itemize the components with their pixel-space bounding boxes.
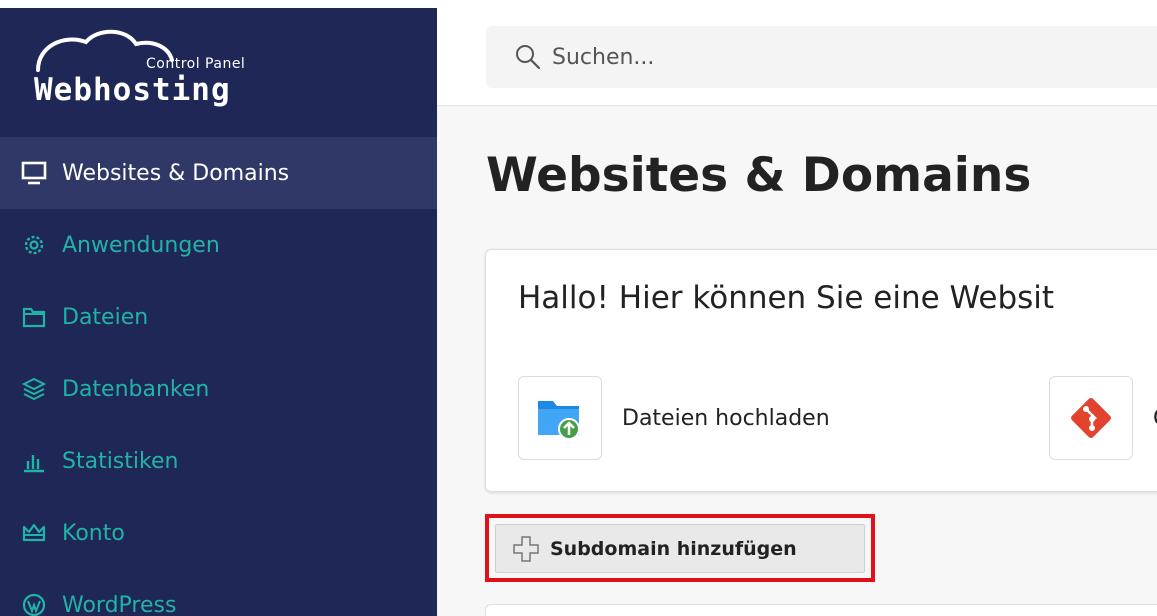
- search-box[interactable]: [486, 26, 1157, 88]
- git-label: G: [1153, 406, 1157, 431]
- page-title: Websites & Domains: [486, 148, 1032, 203]
- sidebar-item-label: Statistiken: [62, 448, 179, 474]
- sidebar-item-label: WordPress: [62, 592, 177, 616]
- folder-upload-icon: [538, 401, 580, 440]
- highlight-frame: Subdomain hinzufügen: [485, 514, 875, 582]
- git-button[interactable]: [1049, 376, 1133, 460]
- sidebar-item-anwendungen[interactable]: Anwendungen: [0, 209, 437, 281]
- upload-files-label: Dateien hochladen: [622, 405, 830, 431]
- top-bar: [437, 8, 1157, 106]
- upload-files-button[interactable]: [518, 376, 602, 460]
- domain-card: [485, 604, 1157, 616]
- sidebar-item-statistiken[interactable]: Statistiken: [0, 425, 437, 497]
- webhosting-logo[interactable]: Control Panel Webhosting: [34, 26, 304, 126]
- add-subdomain-label: Subdomain hinzufügen: [550, 537, 797, 560]
- monitor-icon: [20, 159, 48, 187]
- layers-icon: [20, 375, 48, 403]
- sidebar-item-konto[interactable]: Konto: [0, 497, 437, 569]
- sidebar-item-label: Websites & Domains: [62, 160, 290, 186]
- welcome-card-title: Hallo! Hier können Sie eine Websit: [518, 280, 1055, 316]
- crown-icon: [20, 519, 48, 547]
- sidebar-nav: Websites & Domains Anwendungen Dateien D…: [0, 137, 437, 616]
- folder-icon: [20, 303, 48, 331]
- main-content: Websites & Domains Hallo! Hier können Si…: [437, 106, 1157, 616]
- git-icon: [1071, 398, 1111, 438]
- sidebar: Control Panel Webhosting Websites & Doma…: [0, 8, 437, 616]
- wordpress-icon: [20, 591, 48, 616]
- add-subdomain-button[interactable]: Subdomain hinzufügen: [495, 524, 865, 573]
- sidebar-item-dateien[interactable]: Dateien: [0, 281, 437, 353]
- plus-icon: [513, 535, 539, 562]
- search-input[interactable]: [552, 44, 1112, 70]
- gear-icon: [20, 231, 48, 259]
- sidebar-item-label: Konto: [62, 520, 125, 546]
- sidebar-item-wordpress[interactable]: WordPress: [0, 569, 437, 616]
- search-icon: [516, 45, 541, 70]
- sidebar-item-label: Anwendungen: [62, 232, 220, 258]
- logo-subtitle: Control Panel: [146, 56, 246, 72]
- sidebar-item-websites-domains[interactable]: Websites & Domains: [0, 137, 437, 209]
- sidebar-item-label: Datenbanken: [62, 376, 210, 402]
- sidebar-item-label: Dateien: [62, 304, 149, 330]
- welcome-card: Hallo! Hier können Sie eine Websit Datei…: [485, 249, 1157, 492]
- bar-chart-icon: [20, 447, 48, 475]
- logo-title: Webhosting: [34, 72, 231, 108]
- upload-files-action[interactable]: Dateien hochladen: [518, 376, 830, 460]
- git-action[interactable]: G: [1049, 376, 1157, 460]
- sidebar-item-datenbanken[interactable]: Datenbanken: [0, 353, 437, 425]
